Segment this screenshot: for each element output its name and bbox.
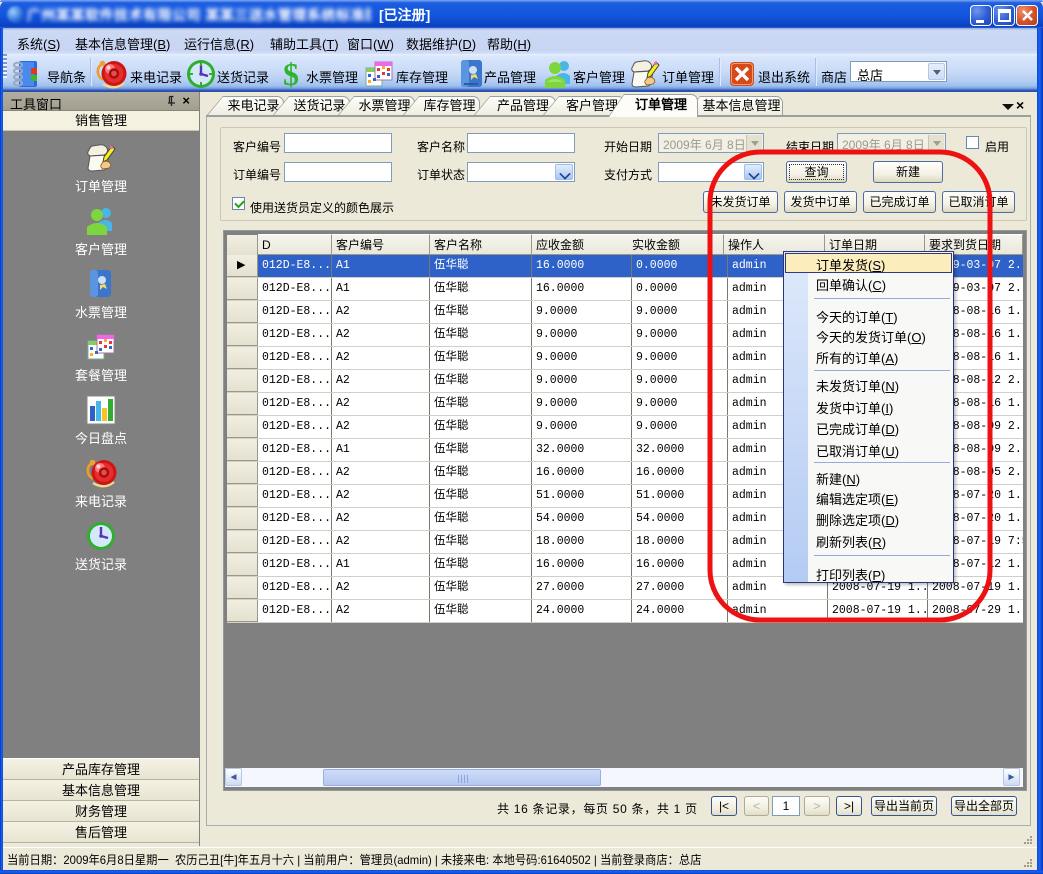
svg-text:$: $ (283, 58, 299, 90)
